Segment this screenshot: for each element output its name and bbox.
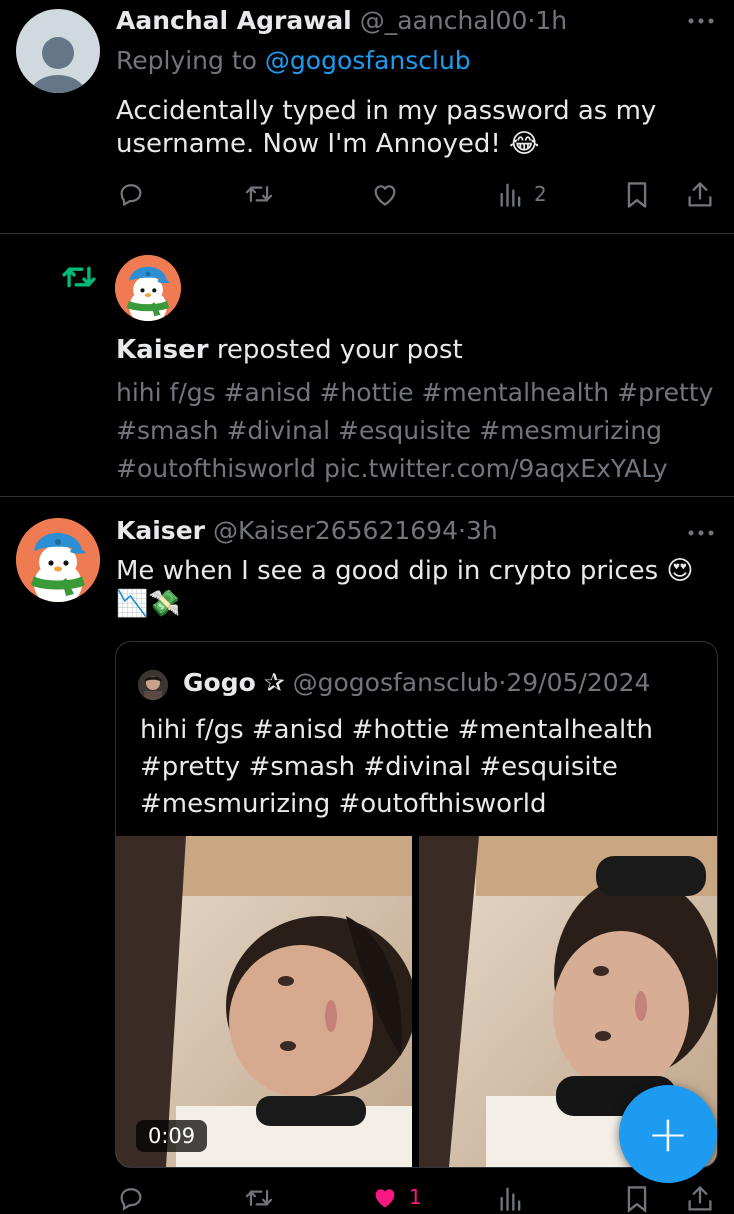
- quote-text: hihi f/gs #anisd #hottie #mentalhealth #…: [140, 715, 653, 819]
- tweet-text: Me when I see a good dip in crypto price…: [116, 555, 706, 621]
- divider: [0, 496, 734, 497]
- tweet-header: Kaiser @Kaiser265621694·3h: [116, 516, 498, 545]
- plus-icon: +: [647, 1105, 689, 1163]
- share-button[interactable]: [686, 180, 714, 210]
- author-name[interactable]: Kaiser: [116, 516, 205, 545]
- like-icon: [374, 185, 396, 206]
- timestamp[interactable]: 3h: [466, 516, 498, 545]
- views-icon: [500, 183, 521, 207]
- share-icon: [688, 1185, 712, 1211]
- avatar[interactable]: [16, 9, 100, 93]
- repost-icon: [245, 185, 273, 203]
- reply-icon: [120, 1188, 142, 1211]
- repost-icon: [58, 260, 100, 298]
- repost-button[interactable]: [244, 180, 274, 208]
- author-handle[interactable]: @Kaiser265621694: [213, 516, 458, 545]
- bookmark-button[interactable]: [624, 180, 650, 210]
- like-count: 1: [409, 1185, 422, 1209]
- author-handle[interactable]: @_aanchal00: [360, 6, 528, 35]
- reply-button[interactable]: [117, 180, 145, 208]
- repost-summary: Kaiser reposted your post: [116, 335, 463, 365]
- default-avatar-icon: [30, 37, 86, 93]
- views-button[interactable]: 2: [498, 180, 547, 208]
- post-preview[interactable]: hihi f/gs #anisd #hottie #mentalhealth #…: [116, 374, 716, 488]
- quoted-post[interactable]: Gogo ✰ @gogosfansclub·29/05/2024 hihi f/…: [115, 641, 718, 1168]
- bookmark-button[interactable]: [624, 1184, 650, 1214]
- author-name[interactable]: Aanchal Agrawal: [116, 6, 352, 35]
- replying-to: Replying to @gogosfansclub: [116, 46, 471, 75]
- repost-icon: [245, 1189, 273, 1207]
- replying-prefix: Replying to: [116, 46, 257, 75]
- divider: [0, 233, 734, 234]
- more-icon[interactable]: [686, 524, 716, 543]
- quote-avatar[interactable]: [138, 670, 168, 700]
- quote-header: Gogo ✰ @gogosfansclub·29/05/2024: [183, 668, 650, 697]
- separator: ·: [458, 516, 466, 545]
- share-icon: [688, 182, 712, 207]
- video-duration: 0:09: [136, 1120, 208, 1152]
- star-badge-icon: ✰: [263, 668, 285, 697]
- views-icon: [500, 1187, 521, 1211]
- quote-date[interactable]: 29/05/2024: [506, 668, 650, 697]
- timestamp[interactable]: 1h: [535, 6, 567, 35]
- tweet-header: Aanchal Agrawal @_aanchal00·1h: [116, 6, 567, 35]
- liked-heart-icon: [375, 1189, 395, 1208]
- quote-author-handle[interactable]: @gogosfansclub: [293, 668, 499, 697]
- like-button[interactable]: 1: [371, 1184, 422, 1210]
- bookmark-icon: [627, 182, 647, 208]
- more-icon[interactable]: [686, 12, 716, 31]
- action-text: reposted your post: [216, 335, 463, 365]
- reply-icon: [120, 184, 142, 206]
- repost-button[interactable]: [244, 1184, 274, 1212]
- like-button[interactable]: [371, 181, 399, 207]
- views-count: 2: [534, 182, 547, 206]
- tweet-emojis: 📉💸: [116, 589, 181, 619]
- avatar[interactable]: [115, 255, 181, 321]
- profile-photo-icon: [138, 670, 168, 700]
- tweet-text: Accidentally typed in my password as my …: [116, 96, 657, 159]
- compose-button[interactable]: +: [619, 1085, 717, 1183]
- quote-author-name[interactable]: Gogo: [183, 668, 256, 697]
- views-button[interactable]: [498, 1184, 524, 1212]
- penguin-avatar-icon: [115, 255, 181, 321]
- share-button[interactable]: [686, 1184, 714, 1214]
- avatar[interactable]: [16, 518, 100, 602]
- replying-handle[interactable]: @gogosfansclub: [265, 46, 471, 75]
- bookmark-icon: [627, 1186, 647, 1213]
- reply-button[interactable]: [117, 1184, 145, 1212]
- penguin-avatar-icon: [16, 518, 100, 602]
- actor-name[interactable]: Kaiser: [116, 335, 209, 365]
- tweet-text-line: Me when I see a good dip in crypto price…: [116, 556, 694, 586]
